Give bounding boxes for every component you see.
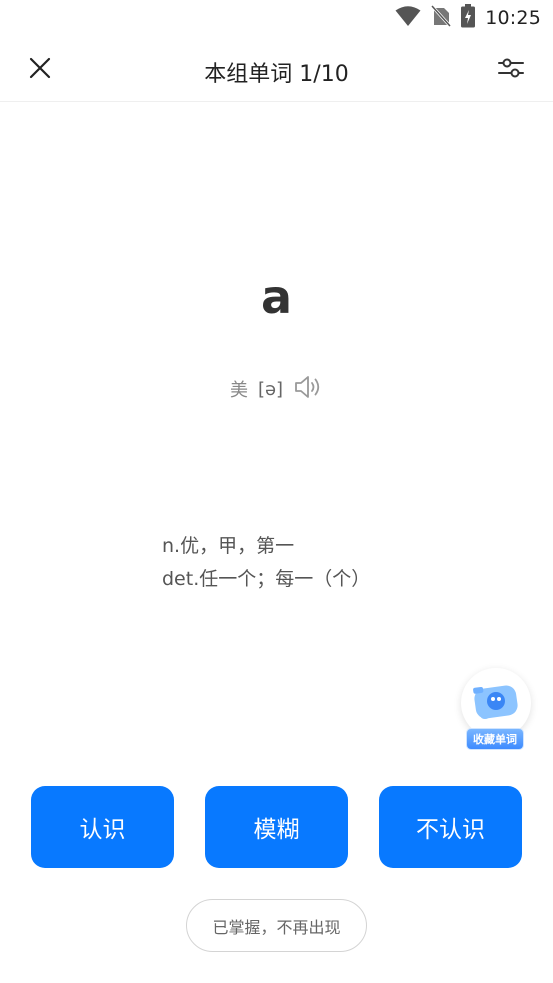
mastered-button[interactable]: 已掌握，不再出现: [186, 899, 367, 952]
status-bar: 10:25: [0, 0, 553, 36]
phonetic-row: 美 [ə]: [0, 374, 553, 404]
vague-button[interactable]: 模糊: [205, 786, 348, 868]
know-button[interactable]: 认识: [31, 786, 174, 868]
battery-charging-icon: [461, 4, 476, 32]
wifi-icon: [395, 5, 421, 31]
definitions: n.优，甲，第一 det.任一个；每一（个）: [162, 530, 370, 596]
phonetic-text: [ə]: [257, 378, 284, 400]
settings-button[interactable]: [495, 54, 527, 86]
speaker-button[interactable]: [293, 374, 323, 404]
speaker-icon: [293, 374, 323, 405]
favorite-word-button[interactable]: 收藏单词: [460, 668, 532, 756]
definition-line: det.任一个；每一（个）: [162, 568, 371, 590]
definition-line: n.优，甲，第一: [162, 535, 295, 557]
word-text: a: [260, 270, 293, 324]
favorite-mascot-icon: [469, 679, 523, 727]
no-sim-icon: [431, 4, 452, 31]
header: 本组单词 1/10: [0, 40, 553, 102]
page-title: 本组单词 1/10: [204, 62, 349, 87]
unknown-button[interactable]: 不认识: [379, 786, 522, 868]
sliders-icon: [498, 56, 524, 84]
phonetic-region: 美: [229, 380, 248, 401]
favorite-label: 收藏单词: [466, 728, 524, 750]
status-icons: 10:25: [395, 4, 541, 32]
status-time: 10:25: [485, 7, 541, 29]
